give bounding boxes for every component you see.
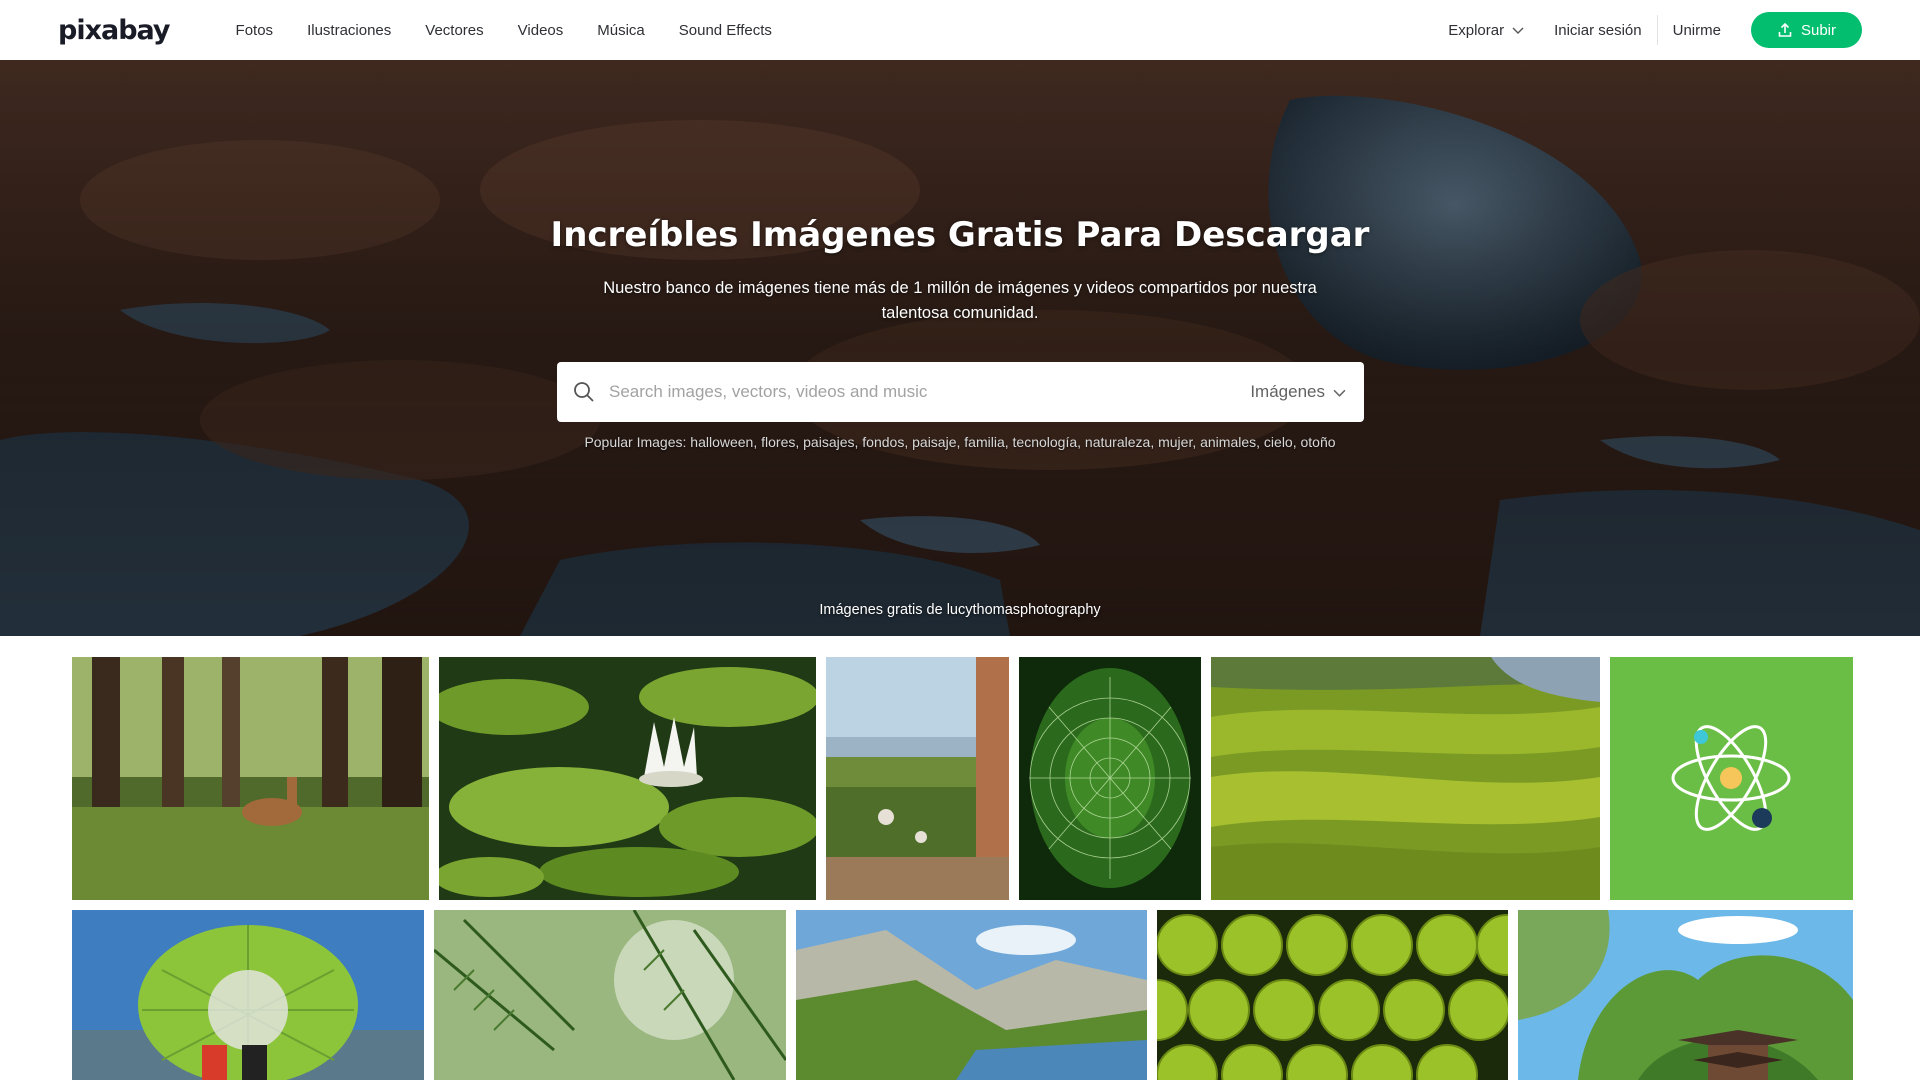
- thumbnail-valley-view[interactable]: [826, 657, 1009, 900]
- thumbnail-pagoda-illustration[interactable]: [1518, 910, 1853, 1080]
- explore-label: Explorar: [1448, 21, 1505, 39]
- pagoda-illustration-image: [1518, 910, 1853, 1080]
- spider-web-image: [1019, 657, 1201, 900]
- nav-divider: [1656, 15, 1658, 45]
- mountain-lake-image: [796, 910, 1147, 1080]
- login-link[interactable]: Iniciar sesión: [1554, 22, 1642, 39]
- search-type-dropdown[interactable]: Imágenes: [1250, 382, 1346, 402]
- popular-tag[interactable]: flores: [761, 434, 795, 450]
- thumbnail-atom-illustration[interactable]: [1610, 657, 1853, 900]
- water-lily-image: [439, 657, 816, 900]
- thumbnail-forest-deer[interactable]: [72, 657, 429, 900]
- pixabay-logo[interactable]: pixabay: [58, 15, 171, 46]
- popular-tag[interactable]: naturaleza: [1085, 434, 1150, 450]
- thumbnail-spider-web[interactable]: [1019, 657, 1201, 900]
- popular-tag[interactable]: mujer: [1158, 434, 1192, 450]
- popular-tag[interactable]: cielo: [1264, 434, 1293, 450]
- nav-ilustraciones[interactable]: Ilustraciones: [307, 22, 391, 39]
- top-navbar: pixabay Fotos Ilustraciones Vectores Vid…: [0, 0, 1920, 60]
- popular-searches: Popular Images: halloween, flores, paisa…: [584, 434, 1336, 450]
- thumbnail-mountain-lake[interactable]: [796, 910, 1147, 1080]
- green-apples-image: [1157, 910, 1508, 1080]
- nav-actions: Explorar Iniciar sesión Unirme Subir: [1448, 12, 1862, 48]
- chevron-down-icon: [1333, 389, 1346, 397]
- thumbnail-water-lily[interactable]: [439, 657, 816, 900]
- thumbnail-rice-terraces[interactable]: [1211, 657, 1600, 900]
- upload-icon: [1778, 22, 1792, 37]
- popular-tag[interactable]: animales: [1200, 434, 1256, 450]
- nav-sound-effects[interactable]: Sound Effects: [679, 22, 772, 39]
- popular-tag[interactable]: fondos: [862, 434, 904, 450]
- image-credit[interactable]: Imágenes gratis de lucythomasphotography: [0, 602, 1920, 618]
- popular-prefix: Popular Images:: [584, 434, 687, 450]
- rice-terraces-image: [1211, 657, 1600, 900]
- valley-view-image: [826, 657, 1009, 900]
- search-bar: Imágenes: [557, 362, 1364, 422]
- hero-banner: Increíbles Imágenes Gratis Para Descarga…: [0, 60, 1920, 636]
- forest-deer-image: [72, 657, 429, 900]
- pine-branch-image: [434, 910, 786, 1080]
- nav-musica[interactable]: Música: [597, 22, 645, 39]
- upload-label: Subir: [1800, 21, 1836, 39]
- upload-button[interactable]: Subir: [1750, 12, 1862, 48]
- chevron-down-icon: [1512, 27, 1524, 34]
- popular-tag[interactable]: paisajes: [803, 434, 854, 450]
- thumbnail-green-hot-air-balloon[interactable]: [72, 910, 424, 1080]
- join-link[interactable]: Unirme: [1673, 22, 1721, 39]
- green-hot-air-balloon-image: [72, 910, 424, 1080]
- search-input[interactable]: [607, 381, 1251, 403]
- search-type-label: Imágenes: [1250, 382, 1325, 401]
- popular-tag[interactable]: paisaje: [912, 434, 956, 450]
- hero-title: Increíbles Imágenes Gratis Para Descarga…: [550, 215, 1370, 255]
- nav-fotos[interactable]: Fotos: [236, 22, 274, 39]
- thumbnail-green-apples[interactable]: [1157, 910, 1508, 1080]
- popular-tag[interactable]: tecnología: [1013, 434, 1078, 450]
- popular-tag[interactable]: otoño: [1301, 434, 1336, 450]
- search-icon[interactable]: [573, 381, 595, 403]
- explore-menu[interactable]: Explorar: [1448, 22, 1524, 39]
- thumbnail-pine-branch[interactable]: [434, 910, 786, 1080]
- popular-tag[interactable]: halloween: [690, 434, 753, 450]
- hero-background-image: [0, 60, 1920, 636]
- hero-subtitle: Nuestro banco de imágenes tiene más de 1…: [603, 279, 1317, 322]
- nav-videos[interactable]: Videos: [518, 22, 564, 39]
- popular-tag[interactable]: familia: [964, 434, 1004, 450]
- nav-vectores[interactable]: Vectores: [425, 22, 483, 39]
- atom-icon: [1610, 657, 1853, 900]
- main-nav: Fotos Ilustraciones Vectores Videos Músi…: [236, 22, 806, 39]
